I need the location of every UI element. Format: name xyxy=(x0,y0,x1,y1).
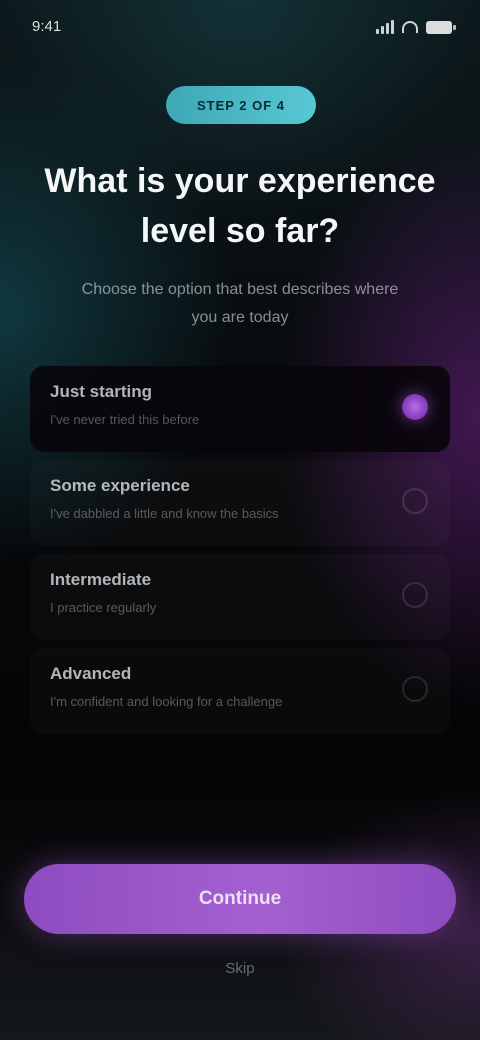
radio-icon[interactable] xyxy=(402,582,428,608)
continue-button[interactable]: Continue xyxy=(24,864,456,934)
option-title: Just starting xyxy=(50,382,153,401)
option-item-1[interactable]: Just starting I've never tried this befo… xyxy=(30,366,450,452)
time-label: 9:41 xyxy=(32,18,62,35)
option-title: Advanced xyxy=(50,664,132,683)
page-title: What is your experience level so far? xyxy=(44,162,436,250)
skip-link[interactable]: Skip xyxy=(190,960,290,977)
battery-icon xyxy=(426,20,456,34)
radio-selected-icon[interactable] xyxy=(402,394,428,420)
option-description: I practice regularly xyxy=(50,600,157,615)
radio-icon[interactable] xyxy=(402,676,428,702)
wifi-icon xyxy=(402,21,418,33)
option-title: Intermediate xyxy=(50,570,152,589)
status-bar: 9:41 xyxy=(0,0,480,56)
option-description: I've never tried this before xyxy=(50,412,200,427)
option-item-2[interactable]: Some experience I've dabbled a little an… xyxy=(30,460,450,546)
option-list: Just starting I've never tried this befo… xyxy=(30,366,450,742)
radio-icon[interactable] xyxy=(402,488,428,514)
status-right xyxy=(376,20,456,34)
page-subtitle: Choose the option that best describes wh… xyxy=(81,281,399,326)
option-description: I'm confident and looking for a challeng… xyxy=(50,694,283,709)
option-title: Some experience xyxy=(50,476,190,495)
option-item-4[interactable]: Advanced I'm confident and looking for a… xyxy=(30,648,450,734)
onboarding-screen: 9:41 Step 2 of 4 What is your experience… xyxy=(0,0,480,1040)
status-left: 9:41 xyxy=(32,18,61,35)
signal-icon xyxy=(376,20,394,34)
option-item-3[interactable]: Intermediate I practice regularly xyxy=(30,554,450,640)
option-description: I've dabbled a little and know the basic… xyxy=(50,506,279,521)
step-badge: Step 2 of 4 xyxy=(166,86,316,124)
